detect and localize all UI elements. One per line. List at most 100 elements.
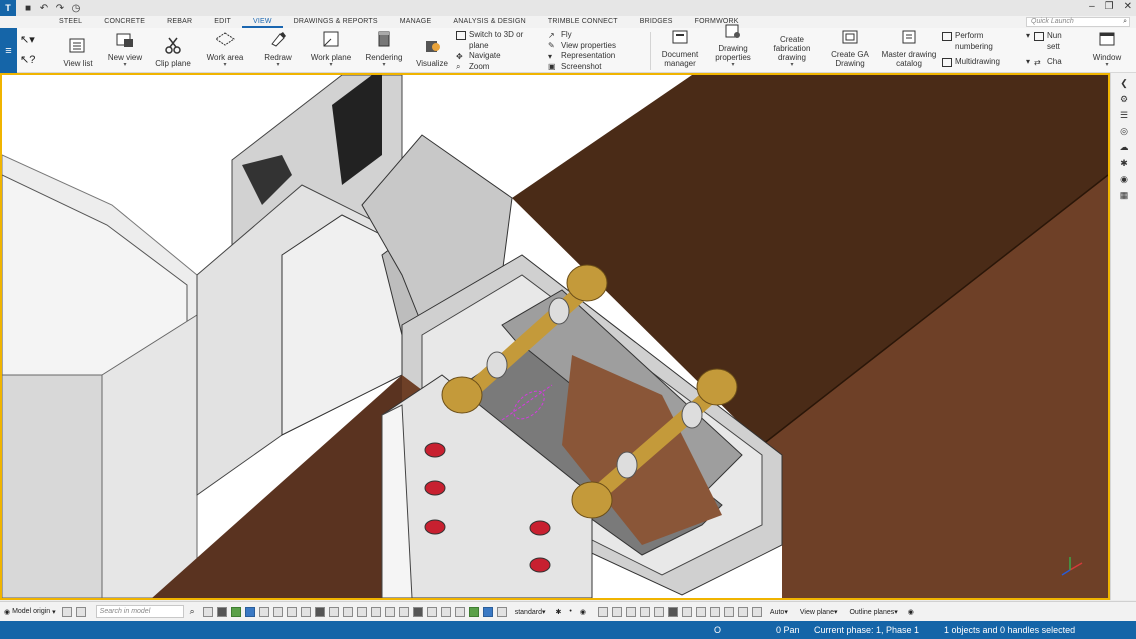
multidrawing-button[interactable]: Multidrawing	[942, 57, 1000, 68]
snap-mid-icon[interactable]	[468, 606, 479, 617]
representation-button[interactable]: ▾ Representation	[548, 51, 616, 62]
select-planes-icon[interactable]	[328, 606, 339, 617]
query-icon[interactable]: ↖?	[20, 50, 44, 70]
view-plane-dropdown[interactable]: View plane▾	[800, 608, 838, 616]
save-icon[interactable]: ■	[22, 3, 34, 14]
select-parts-icon[interactable]	[216, 606, 227, 617]
zoom-button[interactable]: ⌕ Zoom	[456, 62, 523, 73]
standard-dropdown[interactable]: standard▾	[515, 608, 546, 616]
tab-concrete[interactable]: CONCRETE	[93, 16, 156, 28]
minimize-icon[interactable]: –	[1089, 1, 1095, 12]
create-ga-drawing-button[interactable]: Create GA Drawing	[826, 28, 874, 73]
status-phase[interactable]: Current phase: 1, Phase 1	[814, 625, 919, 635]
snap-override-3-icon[interactable]	[625, 606, 636, 617]
snap-override-1-icon[interactable]	[597, 606, 608, 617]
select-components-icon[interactable]	[258, 606, 269, 617]
snap-settings-icon[interactable]: ✱	[555, 608, 561, 616]
model-origin-dropdown[interactable]: ◉ Model origin ▾	[4, 608, 56, 616]
snap-end-icon[interactable]	[482, 606, 493, 617]
snap-override-2-icon[interactable]	[611, 606, 622, 617]
navigate-button[interactable]: ✥ Navigate	[456, 51, 523, 62]
window-button[interactable]: Window ▾	[1086, 28, 1128, 73]
tab-analysis-design[interactable]: ANALYSIS & DESIGN	[442, 16, 537, 28]
snap-intersection-icon[interactable]	[496, 606, 507, 617]
outline-planes-dropdown[interactable]: Outline planes▾	[849, 608, 897, 616]
numbering-settings-button[interactable]: ▾ Nun	[1026, 31, 1062, 42]
snap-lines-icon[interactable]	[412, 606, 423, 617]
visualize-button[interactable]: Visualize	[412, 28, 452, 73]
document-manager-button[interactable]: Document manager	[656, 28, 704, 73]
select-all-icon[interactable]	[202, 606, 213, 617]
select-grids-icon[interactable]	[300, 606, 311, 617]
select-points-icon[interactable]	[314, 606, 325, 617]
work-area-button[interactable]: Work area ▾	[202, 28, 248, 73]
redraw-button[interactable]: Redraw ▾	[258, 28, 298, 73]
shield-icon[interactable]: ◉	[1111, 171, 1136, 187]
select-welds-icon[interactable]	[244, 606, 255, 617]
snap-center-icon[interactable]	[454, 606, 465, 617]
properties-icon[interactable]: ⚙	[1111, 91, 1136, 107]
undo-icon[interactable]: ↶	[38, 3, 50, 14]
master-drawing-catalog-button[interactable]: Master drawing catalog	[880, 28, 938, 73]
apps-icon[interactable]: ▦	[1111, 187, 1136, 203]
perform-numbering-button[interactable]: Perform	[942, 31, 1000, 42]
snap-override-7-icon[interactable]	[681, 606, 692, 617]
snap-override-10-icon[interactable]	[723, 606, 734, 617]
pick-point-icon[interactable]: •	[569, 608, 571, 615]
search-icon[interactable]: ⌕	[190, 606, 195, 617]
switch-3d-button[interactable]: Switch to 3D or	[456, 30, 523, 41]
layers-icon[interactable]: ☰	[1111, 107, 1136, 123]
snap-override-11-icon[interactable]	[737, 606, 748, 617]
add-icon[interactable]	[61, 606, 72, 617]
tab-trimble-connect[interactable]: TRIMBLE CONNECT	[537, 16, 629, 28]
side-pane-toggle-icon[interactable]: ≡	[0, 28, 17, 73]
tab-manage[interactable]: MANAGE	[389, 16, 443, 28]
select-surfaces-icon[interactable]	[230, 606, 241, 617]
tab-steel[interactable]: STEEL	[48, 16, 93, 28]
select-arrow-icon[interactable]: ↖▾	[20, 30, 44, 50]
view-list-button[interactable]: View list	[58, 28, 98, 73]
snap-points-icon[interactable]	[440, 606, 451, 617]
drawing-properties-button[interactable]: Drawing properties ▾	[710, 24, 756, 73]
create-fabrication-drawing-button[interactable]: Create fabrication drawing ▾	[766, 28, 818, 73]
snap-grid-icon[interactable]	[398, 606, 409, 617]
restore-icon[interactable]: ❐	[1105, 1, 1114, 12]
snap-override-4-icon[interactable]	[639, 606, 650, 617]
globe-icon[interactable]: ◎	[1111, 123, 1136, 139]
tab-edit[interactable]: EDIT	[203, 16, 242, 28]
close-icon[interactable]: ✕	[1124, 1, 1132, 12]
redo-icon[interactable]: ↷	[54, 3, 66, 14]
snap-override-9-icon[interactable]	[709, 606, 720, 617]
model-viewport[interactable]	[0, 73, 1110, 600]
change-button[interactable]: ▾ ⇄ Cha	[1026, 57, 1062, 68]
search-in-model-input[interactable]: Search in model	[95, 605, 184, 618]
select-rebar-icon[interactable]	[286, 606, 297, 617]
visibility-icon[interactable]: ◉	[908, 608, 914, 616]
snap-override-5-icon[interactable]	[653, 606, 664, 617]
rendering-button[interactable]: Rendering ▾	[362, 28, 406, 73]
cloud-icon[interactable]: ☁	[1111, 139, 1136, 155]
snap-override-12-icon[interactable]	[751, 606, 762, 617]
select-reference-icon[interactable]	[356, 606, 367, 617]
select-bolts-icon[interactable]	[272, 606, 283, 617]
quick-launch-input[interactable]: Quick Launch ⌕	[1026, 17, 1130, 27]
auto-dropdown[interactable]: Auto▾	[770, 608, 788, 616]
tab-rebar[interactable]: REBAR	[156, 16, 203, 28]
tab-view[interactable]: VIEW	[241, 16, 283, 28]
grid-icon[interactable]	[75, 606, 86, 617]
clip-plane-button[interactable]: Clip plane	[150, 28, 196, 73]
search-in-model-field[interactable]: Search in model	[95, 605, 184, 618]
fly-button[interactable]: ↗ Fly	[548, 30, 616, 41]
snap-edges-icon[interactable]	[426, 606, 437, 617]
new-view-button[interactable]: New view ▾	[104, 28, 146, 73]
select-objects-icon[interactable]	[384, 606, 395, 617]
3d-model-render[interactable]	[2, 75, 1108, 598]
tab-bridges[interactable]: BRIDGES	[629, 16, 684, 28]
view-properties-button[interactable]: ✎ View properties	[548, 41, 616, 52]
history-icon[interactable]: ◷	[70, 3, 82, 14]
settings-icon[interactable]: ✱	[1111, 155, 1136, 171]
collapse-arrow-icon[interactable]: ❮	[1111, 75, 1136, 91]
tab-drawings-reports[interactable]: DRAWINGS & REPORTS	[283, 16, 389, 28]
select-assemblies-icon[interactable]	[370, 606, 381, 617]
eye-icon[interactable]: ◉	[580, 608, 586, 616]
